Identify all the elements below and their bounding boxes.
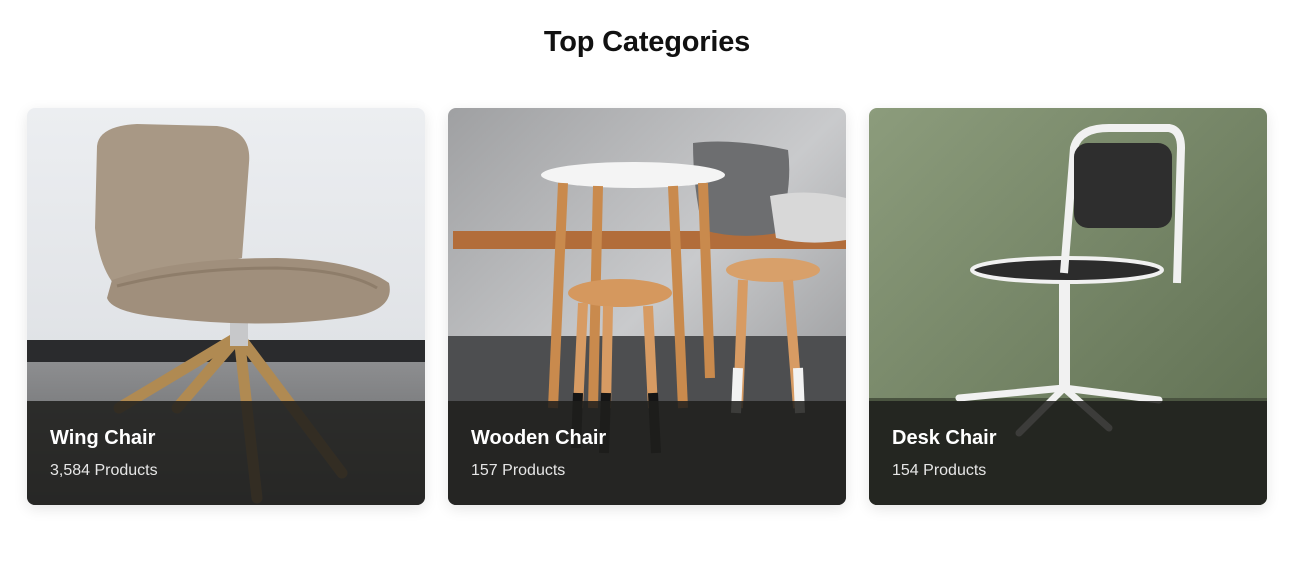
card-overlay [27, 401, 425, 505]
category-card-desk-chair[interactable]: Desk Chair 154 Products [869, 108, 1267, 505]
card-overlay [448, 401, 846, 505]
top-categories-section: Top Categories Wing Chair 3,584 Products… [0, 0, 1314, 586]
category-name: Wooden Chair [471, 427, 607, 449]
section-title: Top Categories [543, 26, 751, 58]
product-count: 154 Products [892, 462, 987, 479]
category-name: Wing Chair [50, 427, 156, 449]
category-card-wing-chair[interactable]: Wing Chair 3,584 Products [27, 108, 425, 505]
category-card-wooden-chair[interactable]: Wooden Chair 157 Products [448, 108, 846, 505]
category-name: Desk Chair [892, 427, 997, 449]
product-count: 3,584 Products [50, 462, 158, 479]
card-overlay [869, 401, 1267, 505]
product-count: 157 Products [471, 462, 566, 479]
